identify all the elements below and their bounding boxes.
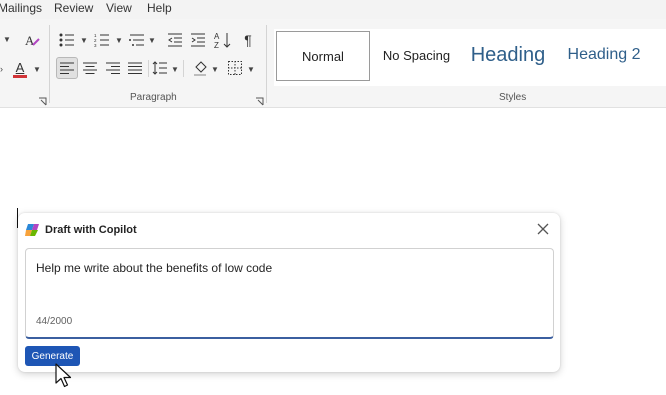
numbering-icon[interactable]: 123 [93,31,111,49]
justify-icon[interactable] [125,58,145,78]
menu-help[interactable]: Help [147,1,172,15]
style-heading2[interactable]: Heading 2 [560,31,648,79]
style-heading1[interactable]: Heading [464,31,552,79]
chevron-down-icon[interactable]: ▼ [211,65,219,74]
menu-review[interactable]: Review [54,1,93,15]
font-color-bar [13,74,27,78]
chevron-down-icon[interactable]: ▼ [80,36,88,45]
paragraph-group-label: Paragraph [130,92,177,103]
group-divider [49,25,50,103]
align-left-icon[interactable] [56,57,78,79]
menu-view[interactable]: View [106,1,132,15]
menu-bar: Mailings Review View Help [0,0,666,19]
divider [183,60,184,77]
close-icon[interactable] [535,221,551,237]
style-heading1-label: Heading [470,43,546,66]
line-spacing-icon[interactable] [151,58,169,78]
paragraph-dialog-launcher-icon[interactable] [255,93,264,106]
copilot-draft-panel: Draft with Copilot Help me write about t… [18,213,560,372]
font-dialog-launcher-icon[interactable] [38,93,47,106]
style-no-spacing-label: No Spacing [382,47,451,63]
svg-text:A: A [214,32,220,41]
copilot-icon [25,222,41,238]
divider [148,60,149,77]
chevron-down-icon[interactable]: ▼ [115,36,123,45]
styles-gallery: Normal No Spacing Heading Heading 2 [274,29,666,86]
svg-text:Z: Z [214,41,219,49]
menu-mailings[interactable]: Mailings [0,1,42,15]
font-color-button[interactable]: A [10,58,30,80]
prompt-text: Help me write about the benefits of low … [36,261,273,275]
chevron-down-icon[interactable]: ▼ [33,65,41,74]
decrease-indent-icon[interactable] [166,31,184,49]
style-normal-label: Normal [302,48,344,64]
chevron-down-icon[interactable]: ▼ [3,35,11,44]
style-heading2-label: Heading 2 [567,46,641,63]
prompt-input[interactable]: Help me write about the benefits of low … [25,248,554,339]
chevron-right-icon[interactable]: › [0,64,3,74]
bullets-icon[interactable] [58,31,76,49]
shading-icon[interactable] [190,57,210,79]
styles-group-label: Styles [499,92,527,103]
multilevel-list-icon[interactable] [128,31,146,49]
chevron-down-icon[interactable]: ▼ [171,65,179,74]
ribbon: ▼ A › A ▼ ▼ 123 ▼ ▼ AZ ¶ ▼ ▼ ▼ Paragraph… [0,19,666,108]
style-no-spacing[interactable]: No Spacing [374,31,459,79]
borders-icon[interactable] [225,58,245,78]
font-color-letter: A [15,59,25,75]
style-normal[interactable]: Normal [276,31,370,81]
svg-text:3: 3 [94,43,97,47]
chevron-down-icon[interactable]: ▼ [247,65,255,74]
align-right-icon[interactable] [103,58,123,78]
group-divider [266,25,267,103]
svg-text:A: A [25,33,35,48]
align-center-icon[interactable] [80,58,100,78]
panel-title: Draft with Copilot [45,224,137,236]
increase-indent-icon[interactable] [189,31,207,49]
clear-formatting-icon[interactable]: A [22,30,42,50]
sort-icon[interactable]: AZ [213,30,233,50]
mouse-pointer-icon [55,363,73,389]
chevron-down-icon[interactable]: ▼ [148,36,156,45]
show-formatting-marks-icon[interactable]: ¶ [239,30,257,50]
character-counter: 44/2000 [36,316,73,327]
